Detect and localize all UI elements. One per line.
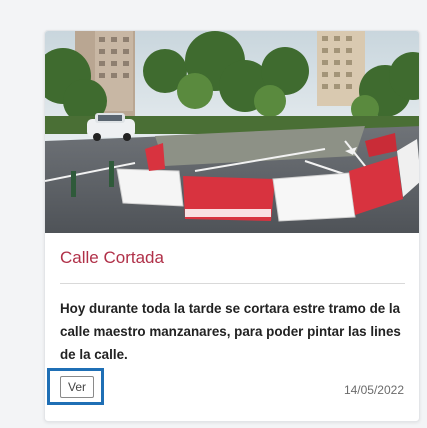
news-card: Calle Cortada Hoy durante toda la tarde …	[44, 30, 420, 422]
card-description: Hoy durante toda la tarde se cortara est…	[60, 301, 401, 362]
title-divider	[60, 283, 405, 284]
card-title: Calle Cortada	[60, 248, 164, 267]
ver-button[interactable]: Ver	[60, 376, 94, 398]
street-closure-photo	[45, 31, 419, 233]
card-date: 14/05/2022	[343, 383, 404, 397]
